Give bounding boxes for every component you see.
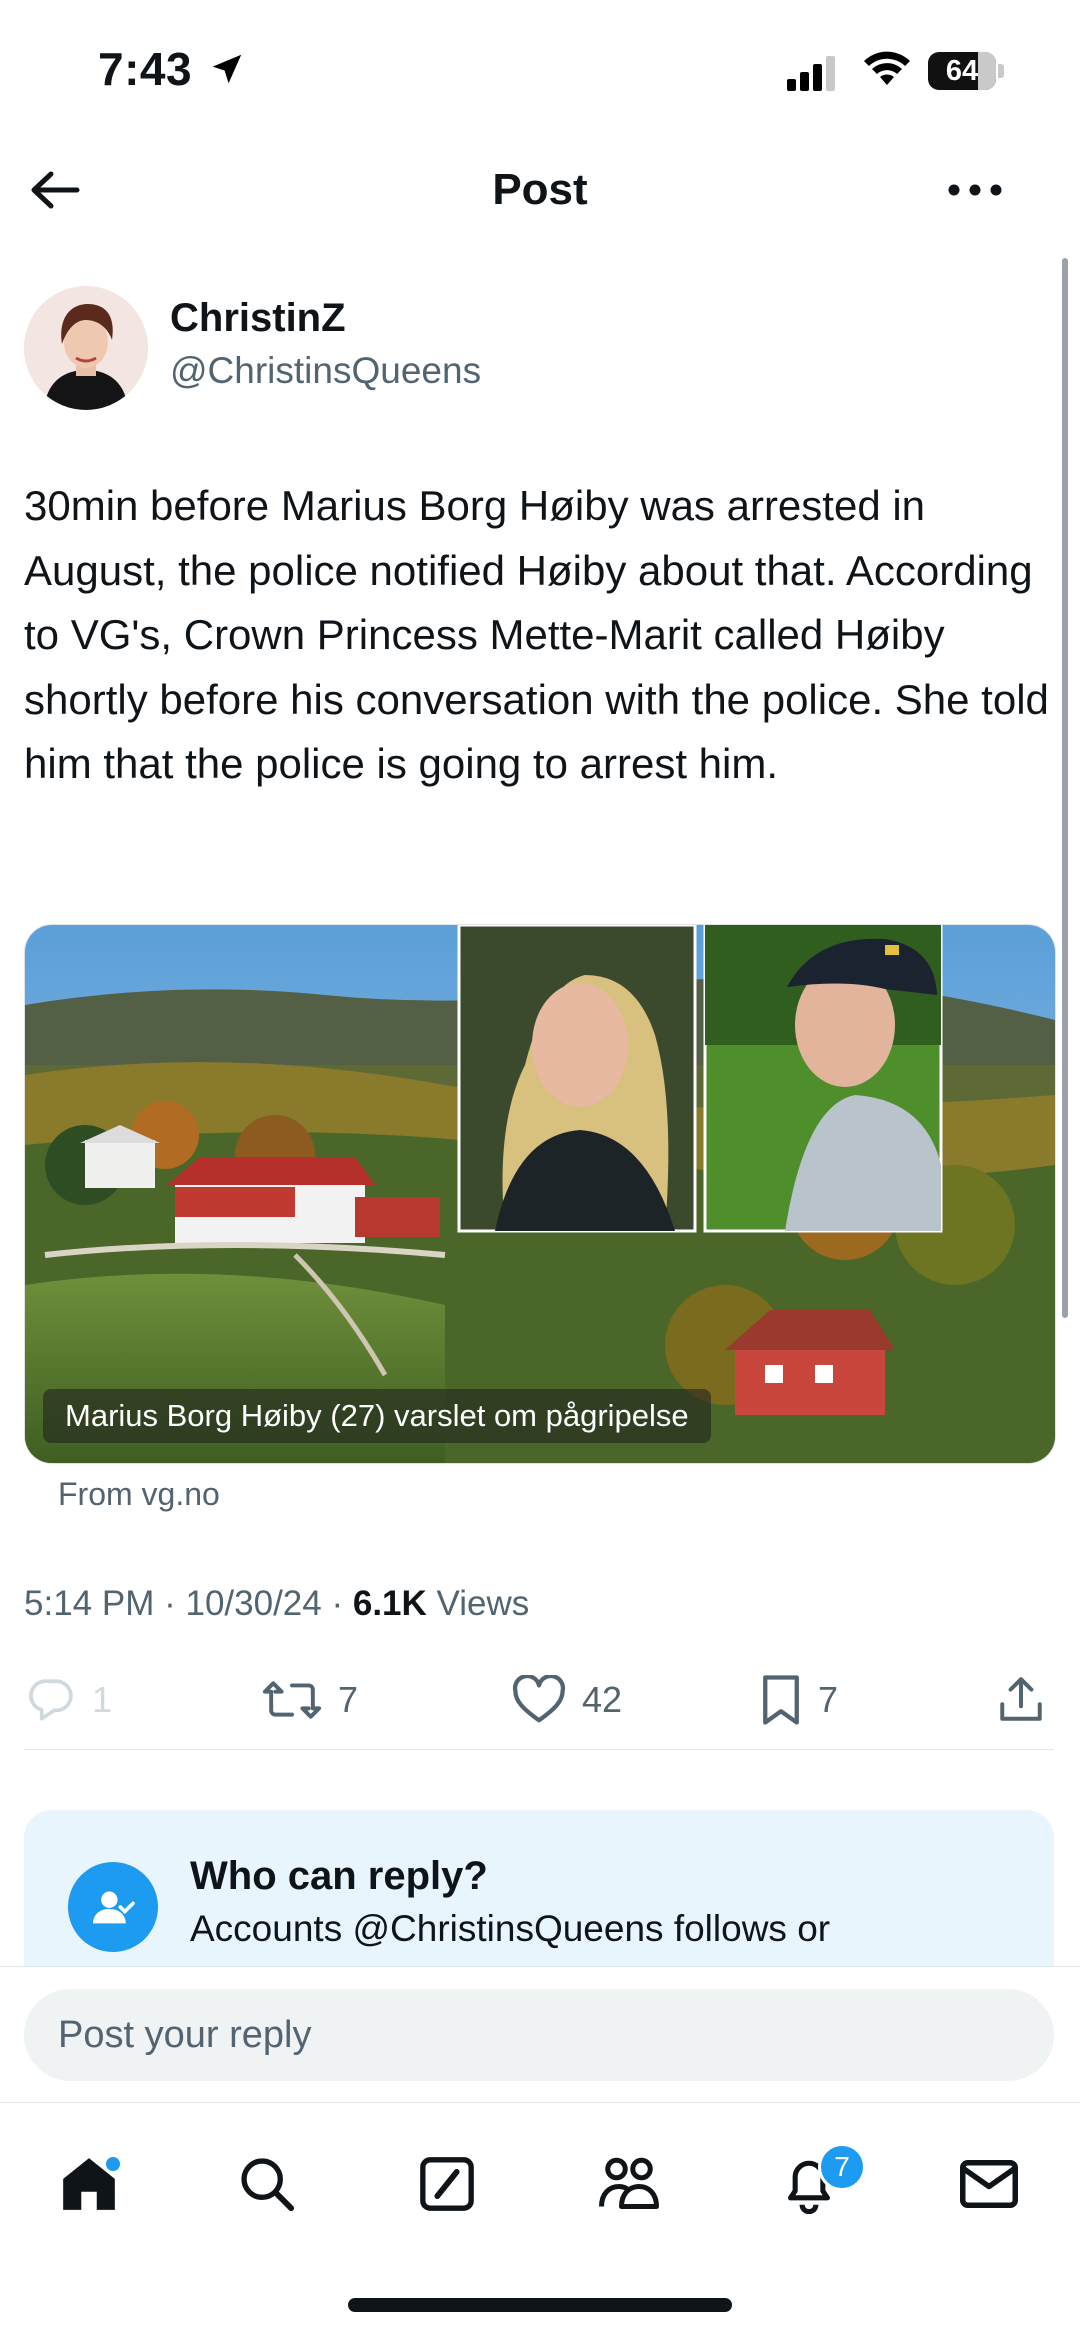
views-count[interactable]: 6.1K xyxy=(353,1584,427,1623)
post-meta: 5:14 PM · 10/30/24 · 6.1K Views xyxy=(24,1584,529,1624)
post-text: 30min before Marius Borg Høiby was arres… xyxy=(24,482,1049,787)
post-image xyxy=(25,925,1055,1463)
battery-icon: 64 xyxy=(928,52,1006,90)
post-time: 5:14 PM xyxy=(24,1584,155,1623)
who-can-reply-card: Who can reply? Accounts @ChristinsQueens… xyxy=(24,1810,1054,1970)
messages-icon xyxy=(960,2160,1018,2208)
cellular-signal-icon xyxy=(785,55,841,96)
who-can-reply-description: Accounts @ChristinsQueens follows or xyxy=(190,1908,831,1949)
wifi-icon xyxy=(862,48,912,93)
search-icon xyxy=(241,2158,295,2212)
meta-separator: · xyxy=(331,1584,344,1623)
tab-notifications[interactable]: 7 xyxy=(764,2139,866,2229)
reply-button[interactable]: 1 xyxy=(24,1668,112,1732)
notification-badge: 7 xyxy=(818,2143,866,2191)
person-check-icon xyxy=(68,1862,158,1952)
media-source[interactable]: From vg.no xyxy=(58,1476,220,1513)
tab-communities[interactable] xyxy=(584,2139,674,2229)
bookmark-count: 7 xyxy=(818,1679,839,1720)
divider xyxy=(24,1749,1054,1750)
tab-grok[interactable] xyxy=(402,2139,492,2229)
repost-count: 7 xyxy=(338,1679,359,1720)
share-icon xyxy=(1000,1677,1042,1721)
tab-messages[interactable] xyxy=(944,2139,1034,2229)
avatar[interactable] xyxy=(24,286,148,410)
who-can-reply-title: Who can reply? xyxy=(190,1854,488,1898)
reply-icon xyxy=(29,1679,73,1721)
like-count: 42 xyxy=(582,1679,623,1720)
battery-level: 64 xyxy=(945,55,979,87)
reply-count: 1 xyxy=(92,1679,113,1720)
share-button[interactable] xyxy=(996,1668,1046,1732)
reply-input[interactable] xyxy=(24,1989,1054,2081)
home-indicator[interactable] xyxy=(348,2298,732,2312)
heart-icon xyxy=(512,1675,566,1723)
repost-button[interactable]: 7 xyxy=(262,1668,358,1732)
repost-icon xyxy=(262,1681,322,1719)
bookmark-button[interactable]: 7 xyxy=(760,1668,838,1732)
author-handle[interactable]: @ChristinsQueens xyxy=(170,350,481,392)
more-options-button[interactable] xyxy=(940,160,1010,220)
status-bar: 7:43 64 xyxy=(0,0,1080,140)
media-caption: Marius Borg Høiby (27) varslet om pågrip… xyxy=(43,1389,711,1443)
like-button[interactable]: 42 xyxy=(512,1668,622,1732)
reply-bar xyxy=(0,1966,1080,2103)
arrow-left-icon xyxy=(31,171,80,209)
tab-search[interactable] xyxy=(222,2139,312,2229)
meta-separator: · xyxy=(164,1584,176,1623)
author-name[interactable]: ChristinZ xyxy=(170,296,346,341)
more-horizontal-icon xyxy=(948,184,1002,196)
bookmark-icon xyxy=(763,1675,799,1725)
grok-icon xyxy=(420,2157,474,2211)
tab-home[interactable] xyxy=(44,2139,134,2229)
communities-icon xyxy=(599,2157,659,2209)
post-date: 10/30/24 xyxy=(185,1584,322,1623)
unread-dot xyxy=(104,2155,122,2173)
status-time: 7:43 xyxy=(98,43,193,95)
location-arrow-icon xyxy=(208,50,246,93)
views-label: Views xyxy=(436,1584,530,1623)
media-card[interactable]: Marius Borg Høiby (27) varslet om pågrip… xyxy=(24,924,1056,1464)
back-button[interactable] xyxy=(20,160,90,220)
page-title: Post xyxy=(492,165,588,214)
